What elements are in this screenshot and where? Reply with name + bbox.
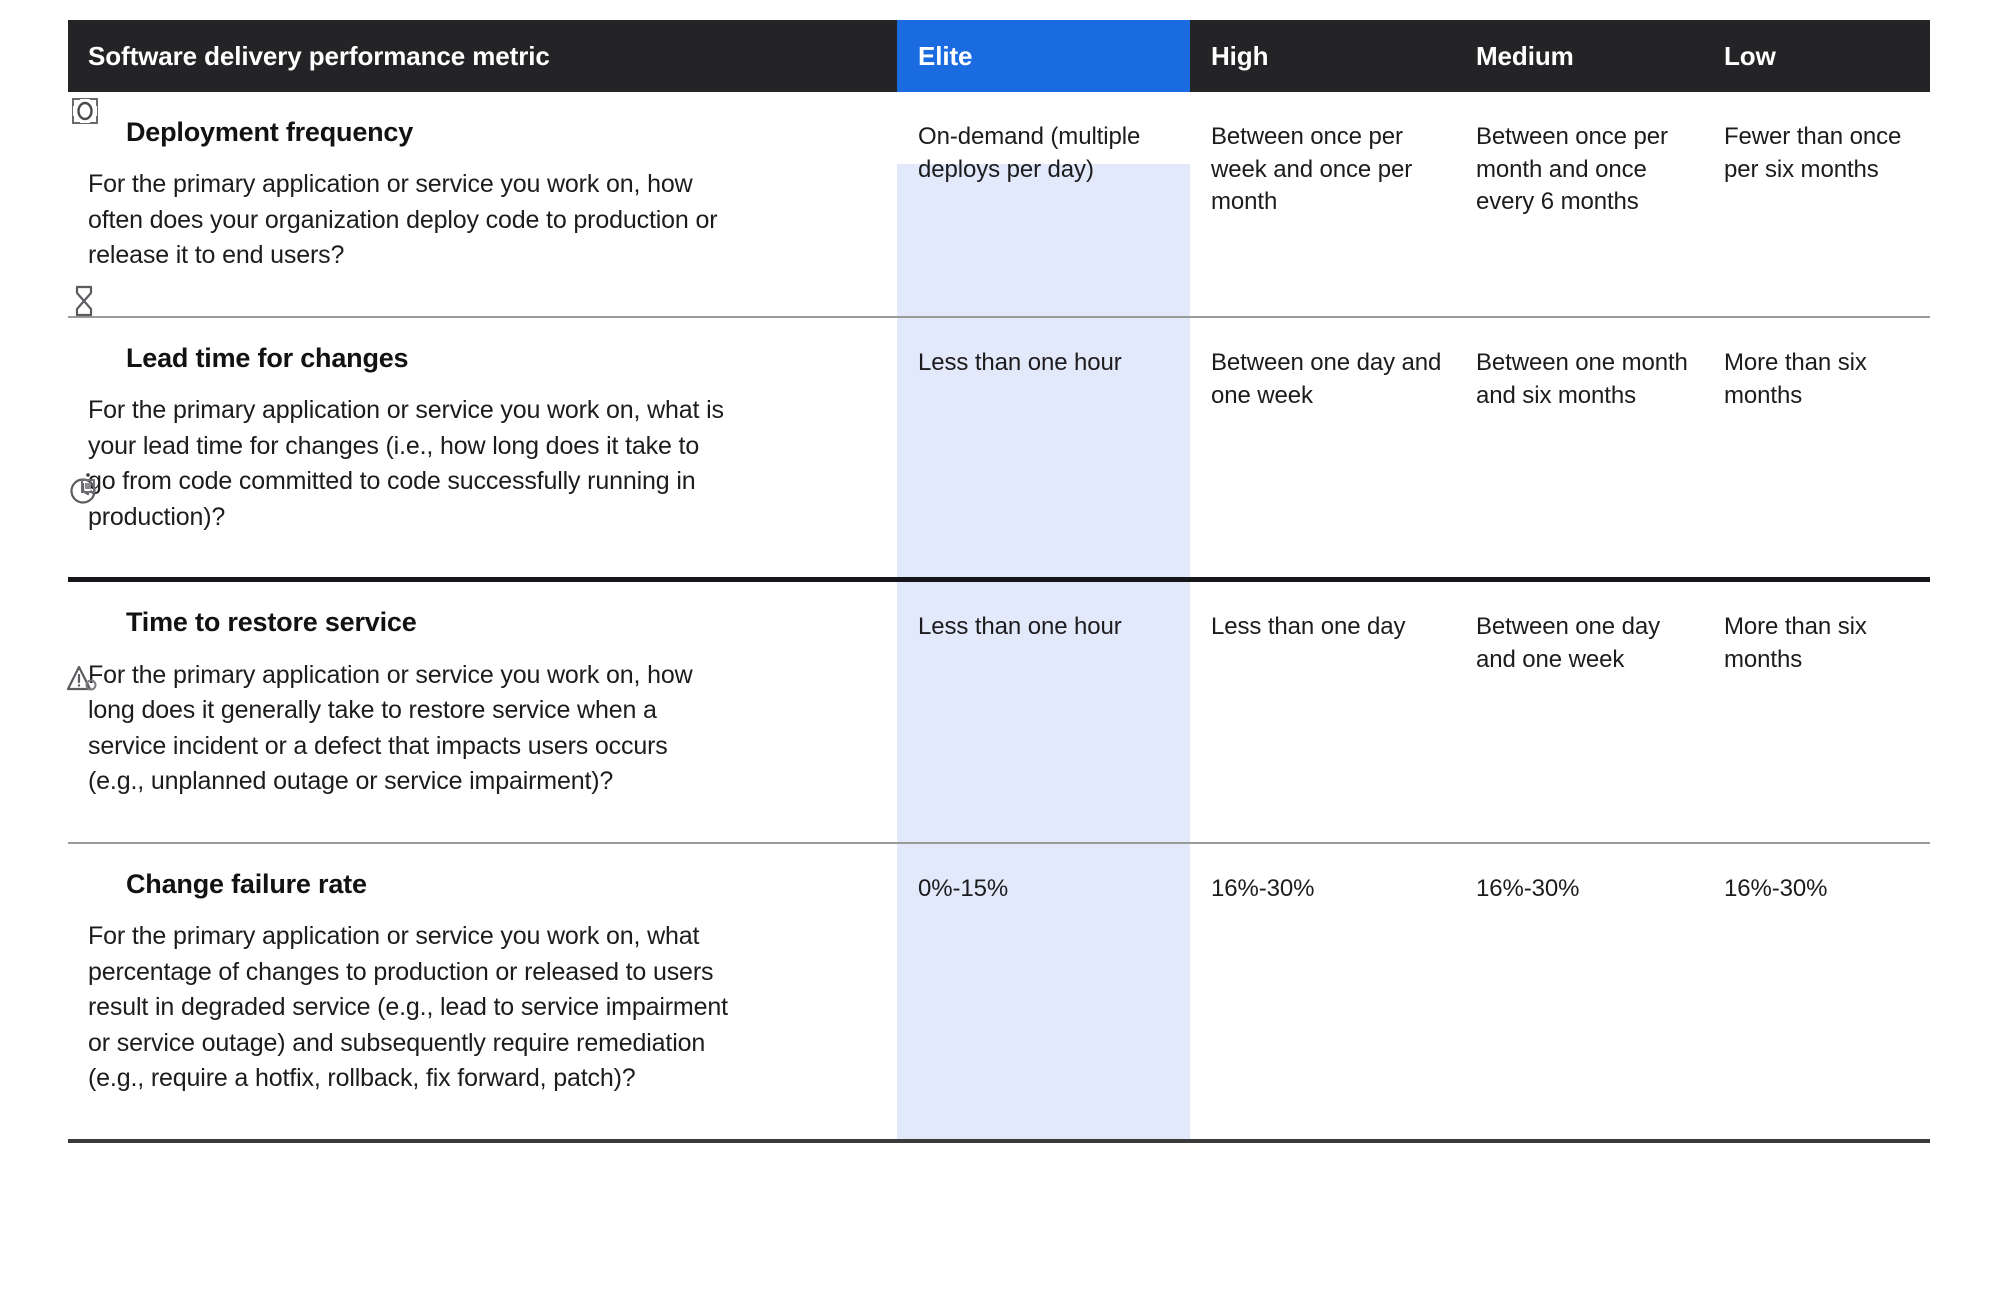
value-cell-elite: On-demand (multiple deploys per day): [918, 123, 1141, 183]
value-cell-high: Between once per week and once per month: [1211, 123, 1413, 216]
table-row: Change failure rate For the primary appl…: [68, 844, 1930, 1097]
value-cell-low: 16%-30%: [1724, 874, 1828, 902]
table-header-row: Software delivery performance metric Eli…: [68, 20, 1930, 92]
column-header-elite: Elite: [897, 20, 1190, 92]
performance-metrics-table-page: Software delivery performance metric Eli…: [0, 0, 2000, 1295]
value-cell-medium: Between one month and six months: [1476, 348, 1688, 409]
metric-title: Change failure rate: [126, 868, 367, 899]
value-cell-low: More than six months: [1724, 348, 1867, 409]
value-cell-high: Less than one day: [1211, 613, 1406, 641]
column-header-medium: Medium: [1476, 40, 1574, 71]
metric-description: For the primary application or service y…: [88, 396, 724, 531]
value-cell-medium: Between one day and one week: [1476, 613, 1660, 673]
metric-cell: Change failure rate For the primary appl…: [68, 844, 897, 1097]
software-delivery-performance-table: Software delivery performance metric Eli…: [68, 20, 1930, 1143]
row-divider: [68, 841, 1930, 844]
column-header-metric: Software delivery performance metric: [88, 40, 550, 71]
table-body: Deployment frequency For the primary app…: [68, 92, 1930, 1143]
metric-title: Deployment frequency: [126, 117, 414, 147]
value-cell-elite: Less than one hour: [918, 613, 1122, 641]
row-divider: [68, 315, 1930, 318]
metric-title: Time to restore service: [126, 607, 417, 638]
metric-cell: Time to restore service For the primary …: [68, 582, 897, 799]
table-row: Deployment frequency For the primary app…: [68, 92, 1930, 274]
value-cell-elite: Less than one hour: [918, 348, 1122, 376]
value-cell-low: Fewer than once per six months: [1724, 123, 1902, 183]
metric-description: For the primary application or service y…: [88, 660, 693, 796]
metric-title: Lead time for changes: [126, 342, 409, 373]
column-header-low: Low: [1724, 40, 1776, 71]
value-cell-medium: 16%-30%: [1476, 874, 1580, 902]
table-row: Lead time for changes For the primary ap…: [68, 318, 1930, 535]
metric-description: For the primary application or service y…: [88, 922, 728, 1093]
metric-cell: Lead time for changes For the primary ap…: [68, 318, 897, 535]
value-cell-medium: Between once per month and once every 6 …: [1476, 123, 1668, 216]
column-header-high: High: [1211, 40, 1269, 71]
table-bottom-border: [68, 1138, 1930, 1143]
value-cell-low: More than six months: [1724, 613, 1867, 673]
value-cell-high: 16%-30%: [1211, 874, 1315, 902]
value-cell-elite: 0%-15%: [918, 874, 1009, 902]
metric-cell: Deployment frequency For the primary app…: [68, 92, 897, 274]
metric-description: For the primary application or service y…: [88, 170, 718, 270]
value-cell-high: Between one day and one week: [1211, 348, 1442, 409]
table-row: Time to restore service For the primary …: [68, 582, 1930, 799]
row-divider: [68, 577, 1930, 583]
